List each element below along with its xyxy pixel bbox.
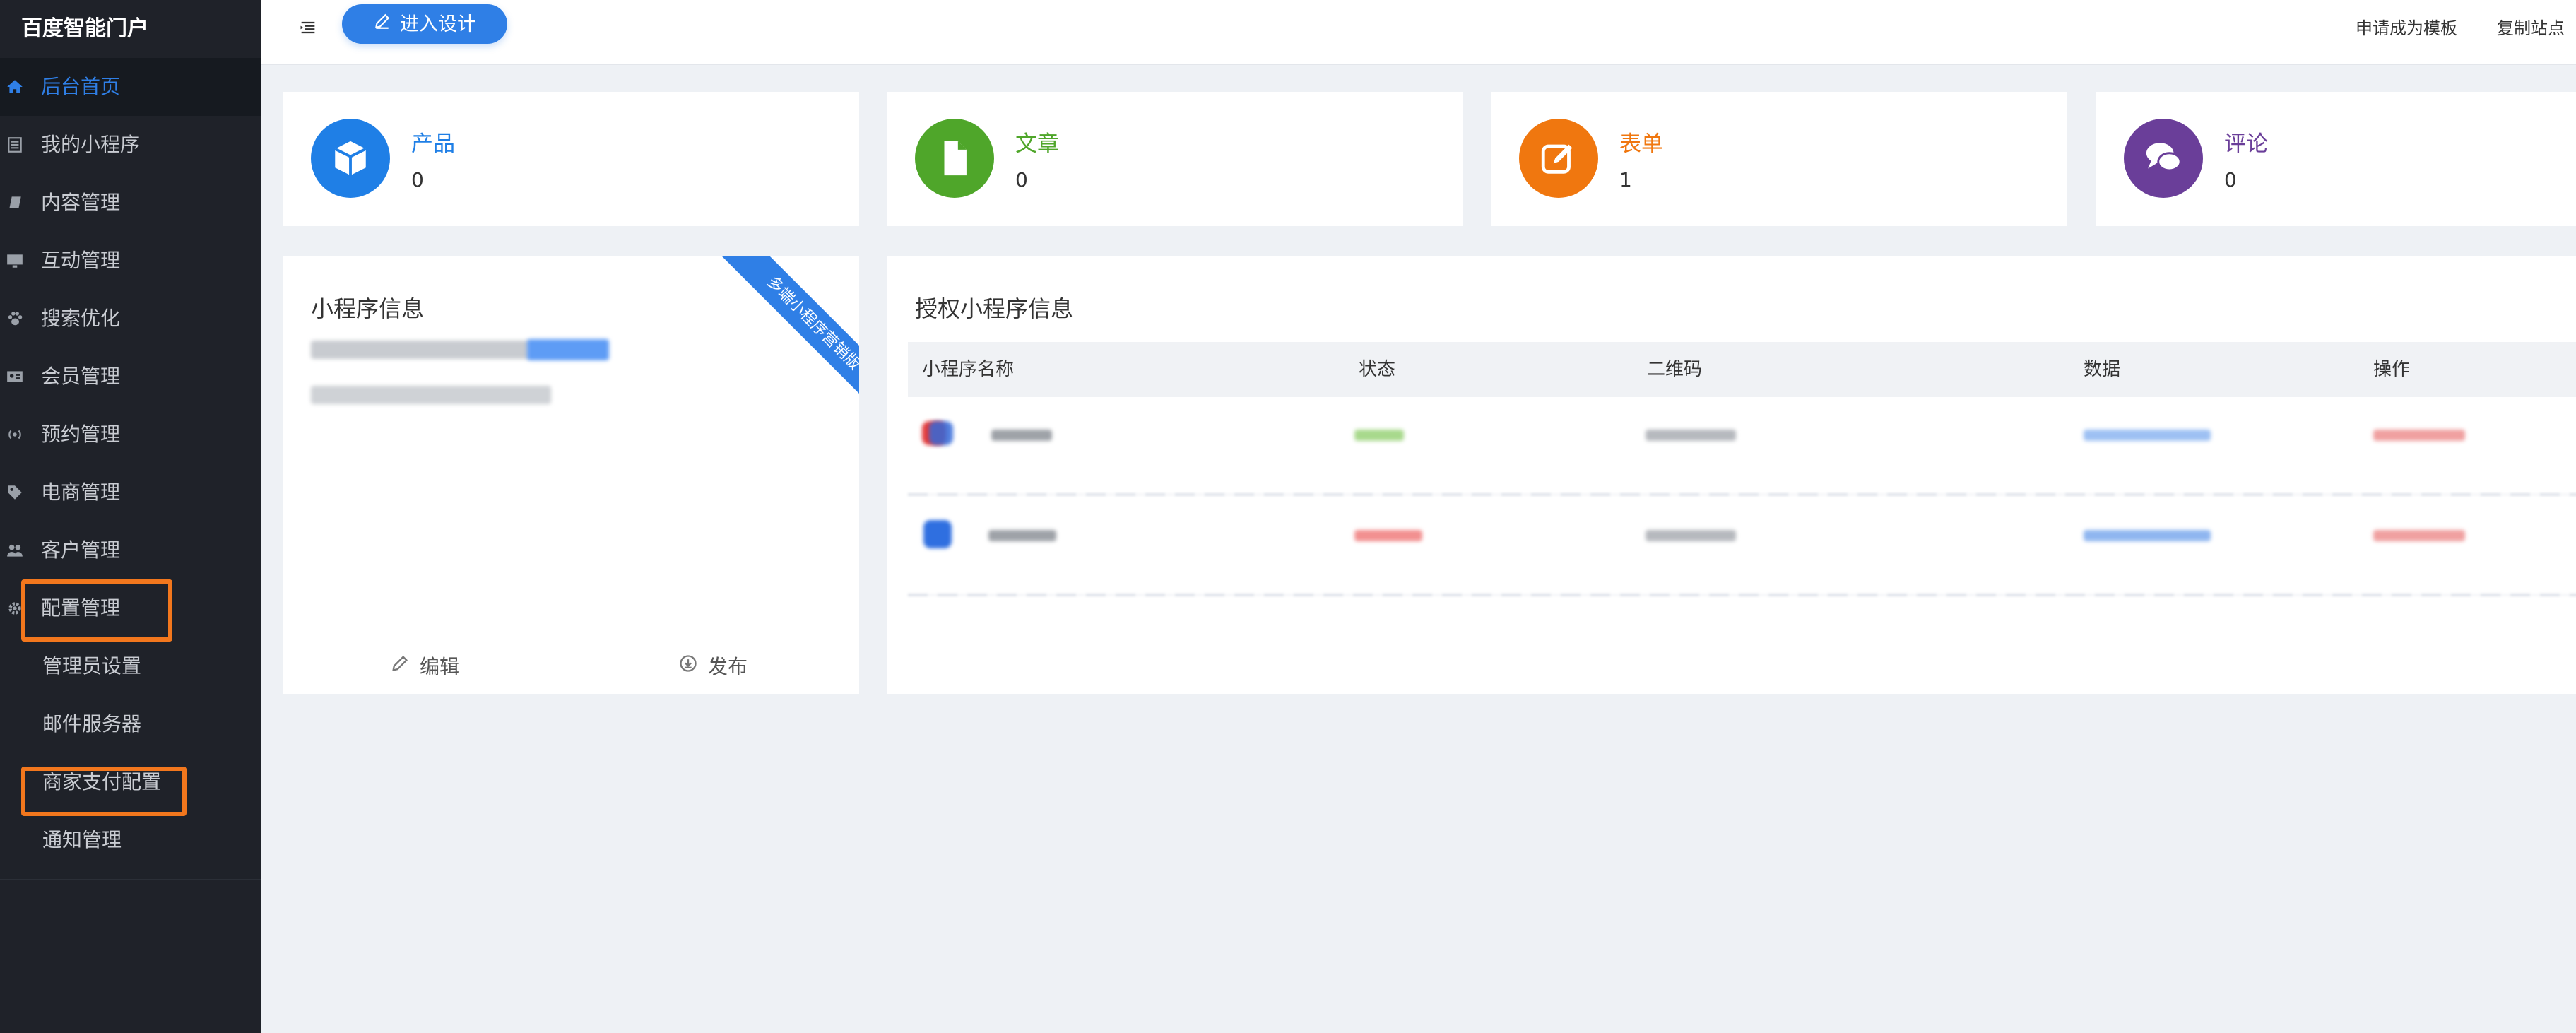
redacted-name bbox=[988, 530, 1056, 541]
pencil-icon bbox=[390, 654, 410, 678]
topbar: 进入设计 申请成为模板 复制站点 bbox=[261, 0, 2576, 65]
book-icon bbox=[6, 194, 24, 212]
stat-card-comments[interactable]: 评论 0 bbox=[2096, 92, 2576, 226]
redacted-name bbox=[991, 430, 1052, 441]
sidebar-item-ecommerce[interactable]: 电商管理 bbox=[0, 464, 261, 521]
users-icon bbox=[6, 541, 24, 560]
sidebar-divider bbox=[0, 879, 261, 880]
comments-icon bbox=[2124, 119, 2203, 198]
enter-design-label: 进入设计 bbox=[400, 13, 476, 35]
stat-label: 文章 bbox=[1015, 131, 1059, 157]
stat-label: 表单 bbox=[1619, 131, 1663, 157]
authorized-mini-program-panel: 授权小程序信息 小程序名称 状态 二维码 数据 操作 bbox=[887, 256, 2576, 694]
sidebar-item-content[interactable]: 内容管理 bbox=[0, 174, 261, 232]
redacted-qrcode bbox=[1646, 430, 1736, 441]
sidebar-item-seo[interactable]: 搜索优化 bbox=[0, 290, 261, 348]
sidebar-item-booking[interactable]: 预约管理 bbox=[0, 406, 261, 464]
sidebar: 百度智能门户 后台首页 我的小程序 内容管理 互动管理 搜索优化 会员管理 预约… bbox=[0, 0, 261, 1033]
sidebar-item-label: 预约管理 bbox=[41, 423, 121, 446]
stat-label: 评论 bbox=[2224, 131, 2268, 157]
tag-icon bbox=[6, 483, 24, 502]
mini-program-info-panel: 小程序信息 多端小程序营销版 编辑 发布 bbox=[283, 256, 859, 694]
publish-icon bbox=[678, 654, 698, 678]
ribbon-wrap: 多端小程序营销版 bbox=[711, 256, 859, 404]
sidebar-item-customers[interactable]: 客户管理 bbox=[0, 521, 261, 579]
redacted-data-link[interactable] bbox=[2084, 530, 2211, 541]
stat-card-articles[interactable]: 文章 0 bbox=[887, 92, 1463, 226]
sidebar-item-label: 内容管理 bbox=[41, 191, 121, 214]
sidebar-item-label: 电商管理 bbox=[41, 480, 121, 504]
column-header-qrcode: 二维码 bbox=[1647, 359, 1703, 380]
panel-title: 小程序信息 bbox=[311, 295, 425, 322]
highlight-box-merchant-payment bbox=[21, 767, 187, 816]
list-icon bbox=[6, 136, 24, 154]
sidebar-item-interaction[interactable]: 互动管理 bbox=[0, 232, 261, 290]
id-card-icon bbox=[6, 367, 24, 386]
monitor-icon bbox=[6, 252, 24, 270]
enter-design-button[interactable]: 进入设计 bbox=[342, 4, 507, 44]
version-ribbon: 多端小程序营销版 bbox=[719, 256, 859, 404]
redacted-info-line bbox=[311, 341, 530, 359]
row-separator bbox=[908, 594, 2576, 596]
edit-label: 编辑 bbox=[420, 655, 460, 678]
menu-toggle-icon[interactable] bbox=[298, 18, 318, 37]
sidebar-item-dashboard[interactable]: 后台首页 bbox=[0, 58, 261, 116]
highlight-box-config bbox=[21, 579, 172, 642]
app-logo-icon bbox=[923, 520, 952, 548]
sidebar-item-label: 后台首页 bbox=[41, 75, 121, 98]
sidebar-subitem-admin-settings[interactable]: 管理员设置 bbox=[0, 637, 261, 695]
sidebar-item-my-miniprograms[interactable]: 我的小程序 bbox=[0, 116, 261, 174]
stat-value: 0 bbox=[2224, 168, 2237, 191]
redacted-action-link[interactable] bbox=[2373, 430, 2465, 441]
sidebar-item-label: 搜索优化 bbox=[41, 307, 121, 330]
sidebar-subitem-mail-server[interactable]: 邮件服务器 bbox=[0, 695, 261, 753]
copy-site-link[interactable]: 复制站点 bbox=[2497, 14, 2565, 39]
sidebar-item-label: 邮件服务器 bbox=[42, 712, 142, 736]
sidebar-item-members[interactable]: 会员管理 bbox=[0, 348, 261, 406]
column-header-name: 小程序名称 bbox=[922, 359, 1015, 380]
redacted-status bbox=[1354, 430, 1404, 441]
publish-label: 发布 bbox=[708, 655, 748, 678]
redacted-qrcode bbox=[1646, 530, 1736, 541]
sidebar-item-label: 会员管理 bbox=[41, 365, 121, 388]
document-icon bbox=[915, 119, 994, 198]
table-header: 小程序名称 状态 二维码 数据 操作 bbox=[908, 342, 2576, 397]
sidebar-item-label: 通知管理 bbox=[42, 828, 122, 851]
stat-value: 0 bbox=[1015, 168, 1028, 191]
sidebar-item-label: 客户管理 bbox=[41, 538, 121, 562]
column-header-status: 状态 bbox=[1359, 359, 1396, 380]
stat-label: 产品 bbox=[411, 131, 455, 157]
redacted-link bbox=[527, 339, 609, 360]
home-icon bbox=[6, 78, 24, 96]
brand-title: 百度智能门户 bbox=[21, 16, 148, 41]
sidebar-item-label: 我的小程序 bbox=[41, 133, 141, 156]
row-separator bbox=[908, 493, 2576, 496]
stat-card-products[interactable]: 产品 0 bbox=[283, 92, 859, 226]
pencil-icon bbox=[373, 4, 391, 44]
app-logo-icon bbox=[929, 421, 953, 445]
stat-card-forms[interactable]: 表单 1 bbox=[1491, 92, 2067, 226]
sidebar-subitem-notifications[interactable]: 通知管理 bbox=[0, 811, 261, 869]
publish-button[interactable]: 发布 bbox=[678, 651, 748, 680]
edit-button[interactable]: 编辑 bbox=[390, 651, 459, 680]
column-header-actions: 操作 bbox=[2373, 359, 2411, 380]
redacted-status bbox=[1354, 530, 1422, 541]
redacted-info-line bbox=[311, 386, 551, 404]
broadcast-icon bbox=[6, 425, 24, 444]
redacted-data-link[interactable] bbox=[2084, 430, 2211, 441]
sidebar-nav: 后台首页 我的小程序 内容管理 互动管理 搜索优化 会员管理 预约管理 电商管理… bbox=[0, 58, 261, 869]
stat-value: 0 bbox=[411, 168, 424, 191]
column-header-data: 数据 bbox=[2084, 359, 2121, 380]
cube-icon bbox=[311, 119, 390, 198]
redacted-action-link[interactable] bbox=[2373, 530, 2465, 541]
sidebar-item-label: 管理员设置 bbox=[42, 654, 142, 678]
stat-value: 1 bbox=[1619, 168, 1632, 191]
apply-template-link[interactable]: 申请成为模板 bbox=[2356, 14, 2457, 39]
panel-title: 授权小程序信息 bbox=[915, 295, 1074, 322]
sidebar-item-label: 互动管理 bbox=[41, 249, 121, 272]
paw-icon bbox=[6, 309, 24, 328]
edit-icon bbox=[1519, 119, 1598, 198]
